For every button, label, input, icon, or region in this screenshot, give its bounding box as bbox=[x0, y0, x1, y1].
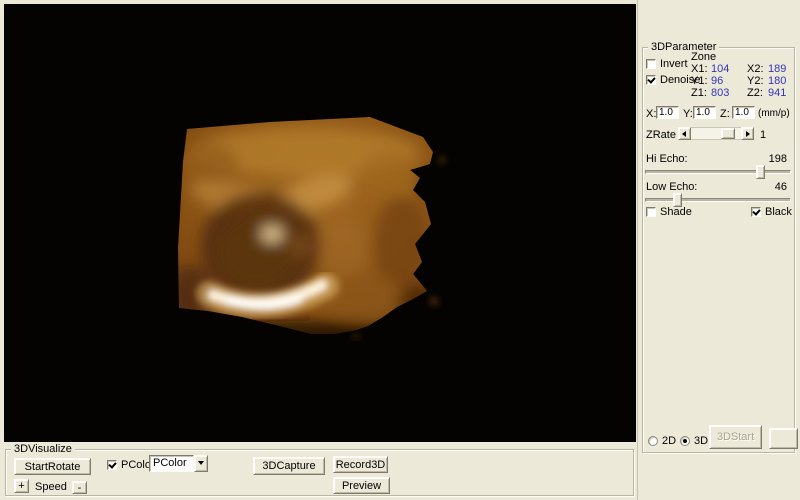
mode-3d-radio-label: 3D bbox=[694, 435, 708, 447]
record3d-button[interactable]: Record3D bbox=[333, 456, 388, 473]
scroll-left-icon bbox=[682, 131, 686, 137]
zone-z1-label: Z1: bbox=[691, 87, 711, 99]
3dstart-button[interactable]: 3DStart bbox=[709, 425, 762, 449]
x-scale-label: X: bbox=[646, 108, 656, 120]
shade-checkbox-box bbox=[646, 207, 656, 217]
3d-viewport[interactable] bbox=[4, 4, 636, 442]
denoise-checkbox-box bbox=[646, 75, 656, 85]
mode-2d-radio[interactable]: 2D bbox=[648, 435, 676, 447]
z-scale-label: Z: bbox=[720, 108, 730, 120]
3dcapture-button[interactable]: 3DCapture bbox=[253, 457, 325, 475]
start-rotate-button[interactable]: StartRotate bbox=[14, 458, 91, 475]
zone-y1-label: Y1: bbox=[691, 75, 711, 87]
zone-z2-label: Z2: bbox=[747, 87, 768, 99]
hi-echo-value: 198 bbox=[769, 153, 787, 165]
zone-z2-value: 941 bbox=[768, 87, 786, 99]
pcolor-dropdown-value: PColor bbox=[149, 455, 194, 472]
black-checkbox[interactable]: Black bbox=[751, 206, 792, 218]
y-scale-field[interactable] bbox=[693, 106, 716, 119]
zrate-scrollbar[interactable] bbox=[678, 127, 754, 140]
z-scale-field[interactable] bbox=[732, 106, 755, 119]
x-scale-field[interactable] bbox=[656, 106, 679, 119]
mode-3d-radio[interactable]: 3D bbox=[680, 435, 708, 447]
zrate-scrollbar-thumb[interactable] bbox=[721, 128, 735, 139]
pcolor-dropdown[interactable]: PColor bbox=[149, 455, 208, 472]
zrate-scrollbar-track[interactable] bbox=[691, 127, 741, 140]
check-icon bbox=[647, 75, 655, 84]
pcolor-dropdown-button[interactable] bbox=[194, 455, 208, 472]
zone-x2-label: X2: bbox=[747, 63, 768, 75]
zone-z1-value: 803 bbox=[711, 87, 747, 99]
mode-2d-radio-label: 2D bbox=[662, 435, 676, 447]
zrate-scroll-left-button[interactable] bbox=[678, 127, 691, 140]
invert-checkbox-label: Invert bbox=[660, 58, 688, 70]
zone-label: Zone bbox=[691, 51, 716, 63]
3dvisualize-group-title: 3DVisualize bbox=[11, 443, 75, 455]
low-echo-value: 46 bbox=[775, 181, 787, 193]
zone-row-y: Y1:96Y2:180 bbox=[691, 75, 786, 87]
hi-echo-slider[interactable] bbox=[645, 165, 791, 179]
zrate-label: ZRate bbox=[646, 129, 676, 141]
invert-checkbox-box bbox=[646, 59, 656, 69]
zrate-value: 1 bbox=[760, 129, 766, 141]
speed-minus-button[interactable]: - bbox=[72, 481, 87, 494]
shade-checkbox[interactable]: Shade bbox=[646, 206, 692, 218]
low-echo-slider-thumb[interactable] bbox=[673, 193, 682, 207]
radio-circle-icon bbox=[648, 436, 658, 446]
pcolor-checkbox-box bbox=[107, 460, 117, 470]
low-echo-slider-track[interactable] bbox=[645, 198, 791, 202]
check-icon bbox=[108, 460, 116, 469]
radio-circle-icon bbox=[680, 436, 690, 446]
pcolor-checkbox[interactable]: PColor bbox=[107, 459, 155, 471]
3dparameter-group: 3DParameter Invert Denoise Zone X1:104X2… bbox=[642, 47, 795, 453]
low-echo-slider[interactable] bbox=[645, 193, 791, 207]
speed-plus-button[interactable]: + bbox=[14, 479, 29, 493]
preview-button[interactable]: Preview bbox=[333, 477, 390, 494]
zone-y2-label: Y2: bbox=[747, 75, 768, 87]
radio-dot-icon bbox=[683, 439, 687, 443]
parameter-panel: 3DParameter Invert Denoise Zone X1:104X2… bbox=[637, 0, 800, 500]
shade-checkbox-label: Shade bbox=[660, 206, 692, 218]
invert-checkbox[interactable]: Invert bbox=[646, 58, 688, 70]
zone-row-x: X1:104X2:189 bbox=[691, 63, 786, 75]
app-window: { "colors": { "panel": "#ece9d8", "value… bbox=[0, 0, 800, 500]
zone-x1-label: X1: bbox=[691, 63, 711, 75]
zrate-scroll-right-button[interactable] bbox=[741, 127, 754, 140]
zone-x1-value: 104 bbox=[711, 63, 747, 75]
low-echo-label: Low Echo: bbox=[646, 181, 697, 193]
hi-echo-label: Hi Echo: bbox=[646, 153, 688, 165]
ok-button[interactable] bbox=[769, 428, 798, 449]
hi-echo-slider-track[interactable] bbox=[645, 170, 791, 174]
zone-x2-value: 189 bbox=[768, 63, 786, 75]
zone-row-z: Z1:803Z2:941 bbox=[691, 87, 786, 99]
zone-y1-value: 96 bbox=[711, 75, 747, 87]
y-scale-label: Y: bbox=[683, 108, 693, 120]
zone-y2-value: 180 bbox=[768, 75, 786, 87]
black-checkbox-label: Black bbox=[765, 206, 792, 218]
ultrasound-render-icon bbox=[4, 4, 636, 442]
check-icon bbox=[752, 207, 760, 216]
3dvisualize-group: 3DVisualize StartRotate + Speed - PColor… bbox=[5, 449, 634, 496]
scroll-right-icon bbox=[746, 131, 750, 137]
speed-label: Speed bbox=[35, 481, 67, 493]
hi-echo-slider-thumb[interactable] bbox=[756, 165, 765, 179]
black-checkbox-box bbox=[751, 207, 761, 217]
chevron-down-icon bbox=[198, 461, 204, 465]
scale-unit-label: (mm/p) bbox=[758, 108, 790, 120]
